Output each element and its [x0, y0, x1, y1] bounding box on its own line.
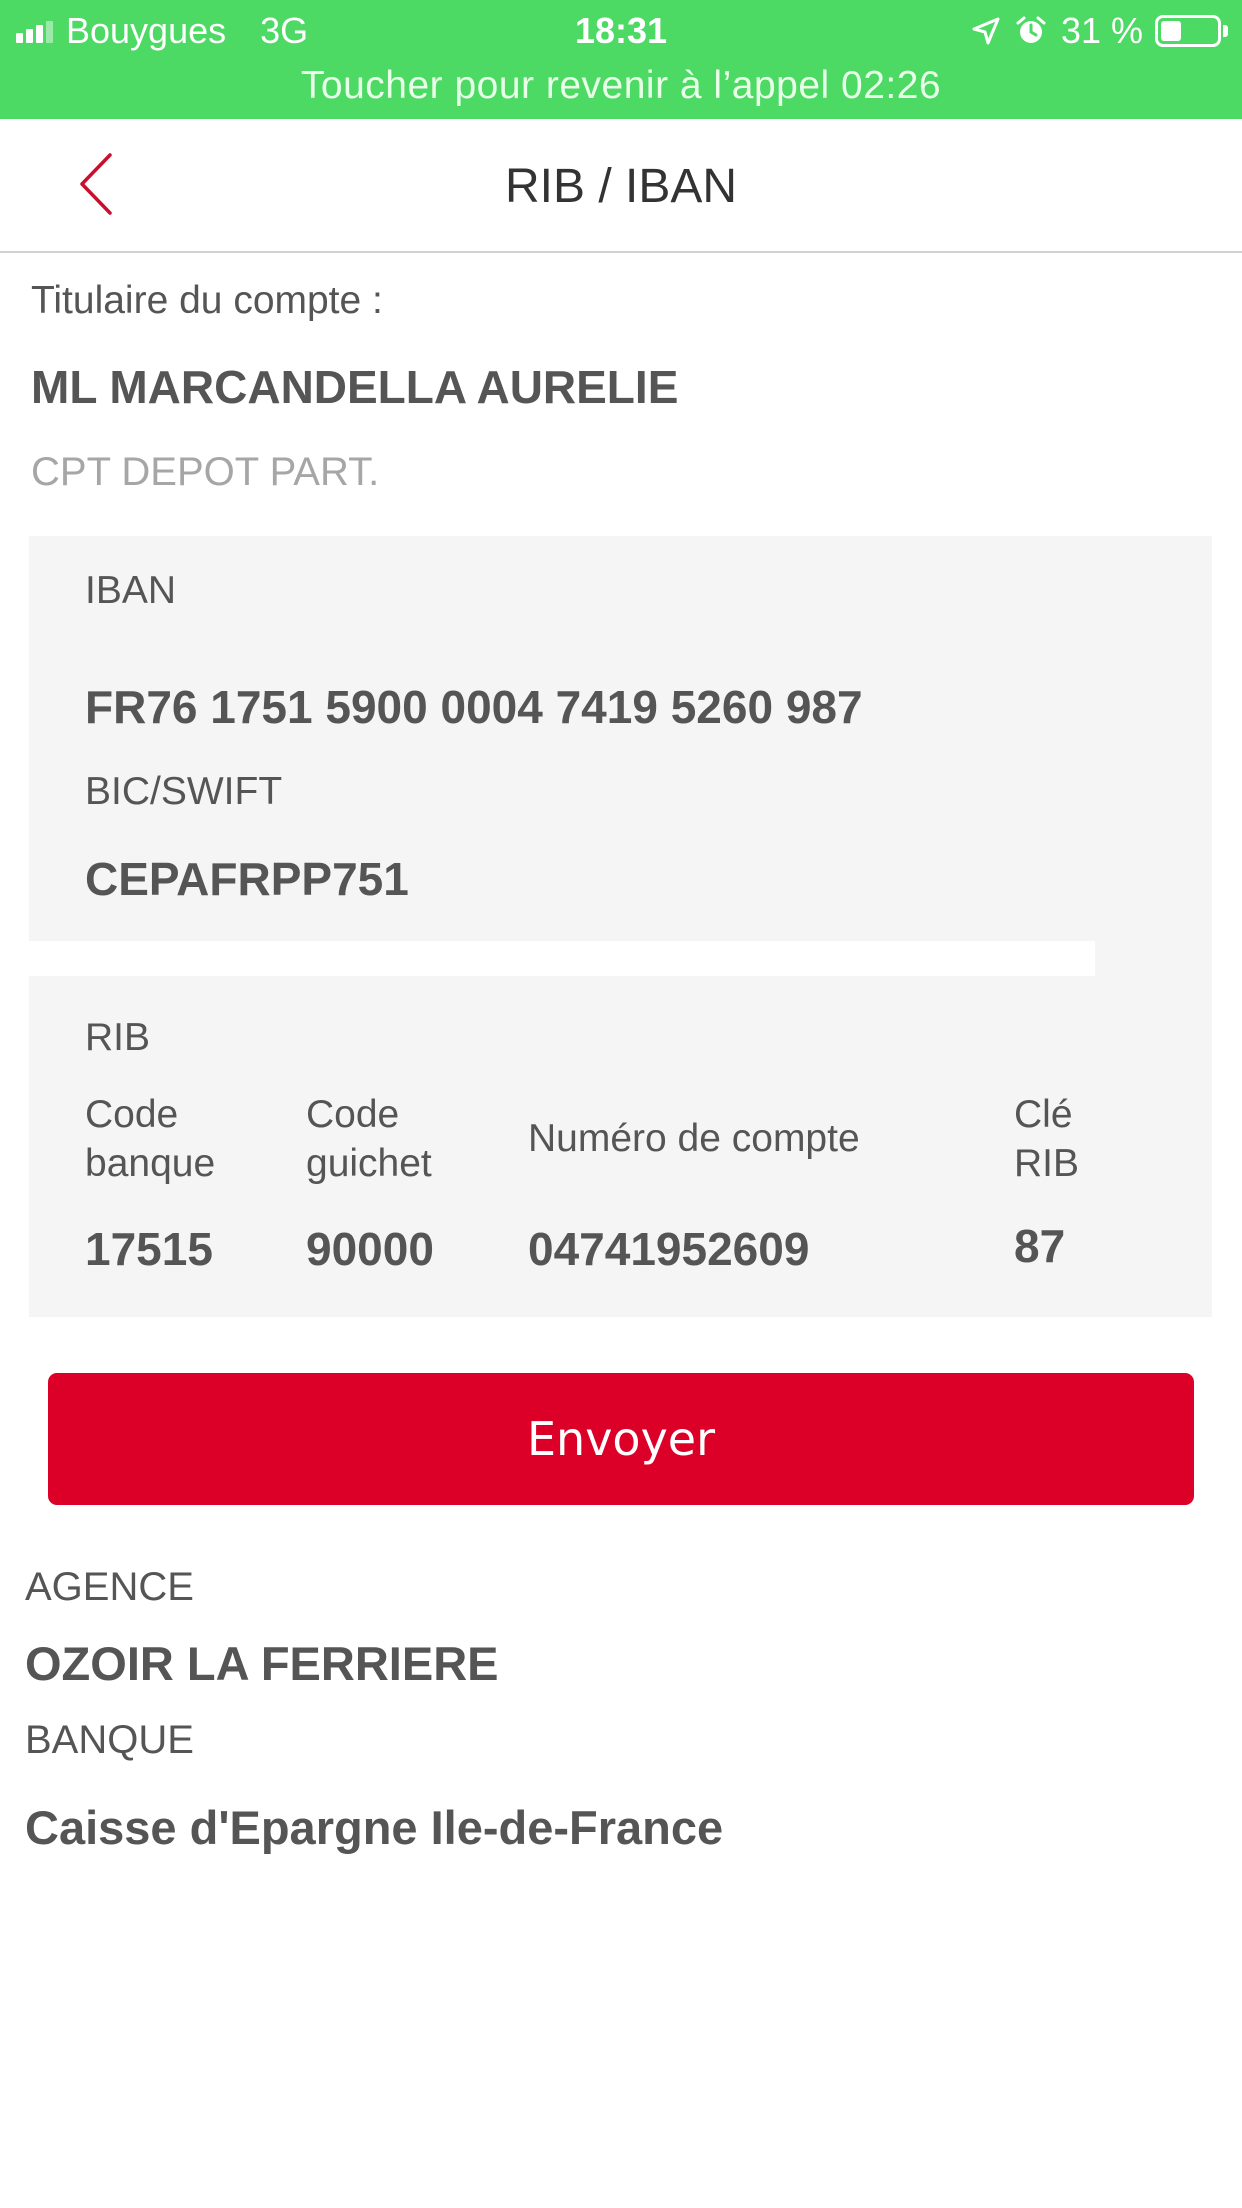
rib-title: RIB	[85, 1016, 151, 1059]
rib-header-code-banque: Code banque	[85, 1090, 215, 1188]
iban-value: FR76 1751 5900 0004 7419 5260 987	[85, 681, 863, 733]
bank-label: BANQUE	[25, 1718, 194, 1762]
rib-header-line: Code	[85, 1093, 179, 1136]
account-holder-label: Titulaire du compte :	[31, 279, 383, 322]
bank-value: Caisse d'Epargne Ile-de-France	[25, 1801, 724, 1854]
location-arrow-icon	[972, 17, 1000, 45]
rib-header-line: guichet	[306, 1142, 432, 1185]
rib-header-numero-compte: Numéro de compte	[528, 1114, 860, 1163]
rib-header-line: Numéro de compte	[528, 1117, 860, 1160]
rib-header-line: RIB	[1014, 1142, 1080, 1185]
bic-value: CEPAFRPP751	[85, 853, 409, 905]
account-type: CPT DEPOT PART.	[31, 450, 380, 494]
panel-connector	[1095, 941, 1212, 976]
rib-value-code-guichet: 90000	[306, 1223, 434, 1275]
rib-header-line: Clé	[1014, 1093, 1073, 1136]
rib-header-line: Code	[306, 1093, 400, 1136]
page-title: RIB / IBAN	[504, 160, 738, 213]
alarm-clock-icon	[1016, 16, 1046, 43]
battery-icon	[1155, 15, 1228, 47]
bic-label: BIC/SWIFT	[85, 770, 283, 813]
battery-percent: 31 %	[1060, 10, 1143, 51]
rib-value-cle-rib: 87	[1014, 1220, 1066, 1272]
return-to-call-banner[interactable]: Toucher pour revenir à l’appel 02:26	[0, 64, 1242, 114]
status-row: Bouygues 3G 18:31 31 %	[0, 0, 1242, 62]
send-button[interactable]: Envoyer	[48, 1373, 1194, 1505]
iban-label: IBAN	[85, 569, 177, 612]
rib-header-cle-rib: Clé RIB	[1014, 1090, 1079, 1188]
agency-label: AGENCE	[25, 1565, 194, 1609]
rib-value-numero-compte: 04741952609	[528, 1223, 810, 1275]
account-holder-name: ML MARCANDELLA AURELIE	[31, 361, 679, 413]
status-right: 31 %	[971, 10, 1228, 51]
agency-value: OZOIR LA FERRIERE	[25, 1637, 499, 1690]
status-bar: Bouygues 3G 18:31 31 % Toucher pour reve…	[0, 0, 1242, 119]
navigation-bar: RIB / IBAN	[0, 119, 1242, 253]
rib-header-line: banque	[85, 1142, 216, 1185]
rib-value-code-banque: 17515	[85, 1223, 213, 1275]
rib-header-code-guichet: Code guichet	[306, 1090, 432, 1188]
